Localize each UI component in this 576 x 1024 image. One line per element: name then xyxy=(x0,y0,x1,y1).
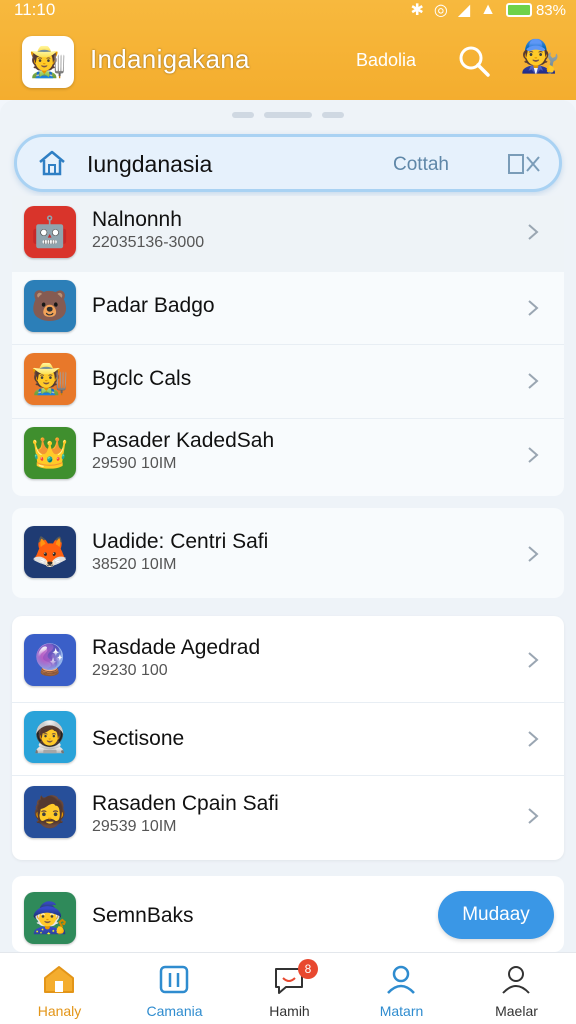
nav-label: Camania xyxy=(146,1003,203,1019)
list-item[interactable]: 🧔 Rasaden Cpain Safi 29539 10IM xyxy=(12,776,564,860)
home-icon[interactable] xyxy=(37,149,67,177)
app-title: Indanigakana xyxy=(90,44,250,74)
battery-indicator: 83% xyxy=(505,1,566,19)
nav-item-camania[interactable]: Camania xyxy=(117,953,232,1024)
wifi-icon: ◢ xyxy=(457,2,471,19)
app-thumbnail-icon: 🦊 xyxy=(24,526,76,578)
list-item[interactable]: 🧑‍🌾 Bgclc Cals xyxy=(12,345,564,417)
list-item[interactable]: 👑 Pasader KadedSah 29590 10IM xyxy=(12,419,564,495)
item-title: Uadide: Centri Safi xyxy=(92,530,269,553)
home-icon xyxy=(44,966,74,993)
list-card-2: 🦊 Uadide: Centri Safi 38520 10IM xyxy=(12,508,564,598)
item-subtitle: 29590 10IM xyxy=(92,455,177,472)
item-title: Pasader KadedSah xyxy=(92,429,275,452)
nav-item-maelar[interactable]: Maelar xyxy=(459,953,574,1024)
status-icons: ✱ ◎ ◢ ▲ 83% xyxy=(410,0,566,20)
nav-label: Hanaly xyxy=(37,1003,82,1019)
list-item[interactable]: 🐻 Padar Badgo xyxy=(12,272,564,344)
notification-badge: 8 xyxy=(298,959,318,979)
nav-item-home[interactable]: Hanaly xyxy=(2,953,117,1024)
search-action-button[interactable]: Cottah xyxy=(393,154,449,176)
nav-item-hamih[interactable]: 8 Hamih xyxy=(232,953,347,1024)
item-title: Padar Badgo xyxy=(92,294,215,317)
chevron-right-icon xyxy=(528,224,539,240)
list-item[interactable]: 🔮 Rasdade Agedrad 29230 100 xyxy=(12,616,564,702)
chevron-right-icon xyxy=(528,652,539,668)
primary-action-button[interactable]: Mudaay xyxy=(438,891,554,939)
app-logo-icon[interactable]: 🧑‍🌾 xyxy=(22,36,74,88)
list-card-3: 🔮 Rasdade Agedrad 29230 100 🧑‍🚀 Sectison… xyxy=(12,616,564,860)
status-time: 11:10 xyxy=(14,0,56,19)
library-icon xyxy=(159,965,189,994)
header-link[interactable]: Badolia xyxy=(356,50,416,71)
bluetooth-icon: ✱ xyxy=(410,2,424,19)
item-title: Nalnonnh xyxy=(92,208,182,231)
item-title: SemnBaks xyxy=(92,904,194,927)
list-item[interactable]: 🦊 Uadide: Centri Safi 38520 10IM xyxy=(12,508,564,598)
clear-icon[interactable] xyxy=(507,151,545,177)
item-subtitle: 22035136-3000 xyxy=(92,234,205,251)
chevron-right-icon xyxy=(528,731,539,747)
item-title: Rasdade Agedrad xyxy=(92,636,261,659)
nav-label: Maelar xyxy=(495,1003,538,1019)
item-subtitle: 29539 10IM xyxy=(92,818,177,835)
chevron-right-icon xyxy=(528,373,539,389)
list-item[interactable]: 🤖 Nalnonnh 22035136-3000 xyxy=(12,196,564,272)
chevron-right-icon xyxy=(528,546,539,562)
chevron-right-icon xyxy=(528,447,539,463)
item-title: Rasaden Cpain Safi xyxy=(92,792,279,815)
search-input[interactable]: Iungdanasia xyxy=(87,151,212,178)
app-thumbnail-icon: 🧑‍🚀 xyxy=(24,711,76,763)
nav-label: Matarn xyxy=(379,1003,424,1019)
app-thumbnail-icon: 🧔 xyxy=(24,786,76,838)
user-icon xyxy=(387,965,415,994)
nav-item-matarn[interactable]: Matarn xyxy=(344,953,459,1024)
profile-avatar-icon[interactable]: 🧑‍🔧 xyxy=(518,34,562,78)
chevron-right-icon xyxy=(528,300,539,316)
app-thumbnail-icon: 🔮 xyxy=(24,634,76,686)
item-subtitle: 38520 10IM xyxy=(92,556,177,573)
search-icon[interactable] xyxy=(455,42,493,80)
chevron-right-icon xyxy=(528,808,539,824)
bottom-nav: Hanaly Camania 8 Hamih Matarn Maelar xyxy=(0,952,576,1024)
app-thumbnail-icon: 👑 xyxy=(24,427,76,479)
item-title: Sectisone xyxy=(92,727,185,750)
list-item[interactable]: 🧑‍🚀 Sectisone xyxy=(12,703,564,775)
list-card-1: 🤖 Nalnonnh 22035136-3000 🐻 Padar Badgo 🧑… xyxy=(12,196,564,496)
battery-icon xyxy=(505,3,532,17)
drag-handle[interactable] xyxy=(232,112,344,118)
app-thumbnail-icon: 🧙 xyxy=(24,892,76,944)
app-thumbnail-icon: 🤖 xyxy=(24,206,76,258)
profile-icon xyxy=(502,966,530,994)
status-bar: 11:10 ✱ ◎ ◢ ▲ 83% xyxy=(0,0,576,24)
signal-icon: ▲ xyxy=(480,1,496,18)
item-title: Bgclc Cals xyxy=(92,367,192,390)
item-subtitle: 29230 100 xyxy=(92,662,168,679)
alarm-icon: ◎ xyxy=(433,2,448,19)
nav-label: Hamih xyxy=(269,1003,310,1019)
battery-level: 83% xyxy=(535,1,566,19)
app-header: 11:10 ✱ ◎ ◢ ▲ 83% 🧑‍🌾 Indanigakana Badol… xyxy=(0,0,576,100)
app-thumbnail-icon: 🧑‍🌾 xyxy=(24,353,76,405)
app-thumbnail-icon: 🐻 xyxy=(24,280,76,332)
search-bar[interactable]: Iungdanasia Cottah xyxy=(14,134,562,192)
